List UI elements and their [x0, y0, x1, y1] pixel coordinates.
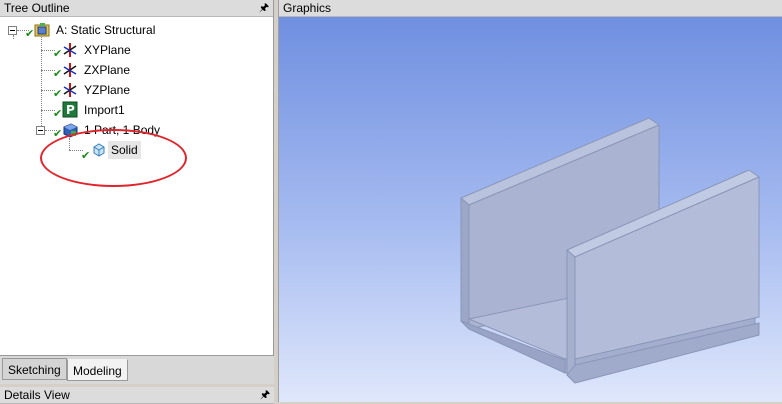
graphics-header: Graphics	[279, 0, 782, 17]
tree-node-xyplane[interactable]: ✔ XYPlane	[0, 41, 260, 60]
tree-view: ✔ A: Static Structural ✔ XYPlane ✔ ZXPla…	[0, 17, 273, 355]
back-wall-side	[460, 197, 470, 330]
plane-axes-icon	[63, 43, 77, 57]
tree-node-static-structural[interactable]: ✔ A: Static Structural	[0, 21, 260, 40]
collapse-icon[interactable]	[36, 126, 45, 135]
tree-node-solid[interactable]: ✔ Solid	[0, 141, 260, 162]
tree-tabs: Sketching Modeling	[0, 355, 274, 384]
front-wall-side	[566, 249, 576, 384]
tree-node-label: Solid	[108, 141, 141, 159]
tree-node-parts-bodies[interactable]: ✔ 1 Part, 1 Body	[0, 121, 260, 140]
collapse-icon[interactable]	[8, 26, 17, 35]
tree-outline-panel: Tree Outline 🖈 ✔ A: Static Structural ✔	[0, 0, 274, 384]
tree-outline-header: Tree Outline 🖈	[0, 0, 273, 17]
tree-node-label: XYPlane	[84, 43, 131, 57]
tree-node-yzplane[interactable]: ✔ YZPlane	[0, 81, 260, 100]
graphics-viewport[interactable]	[279, 17, 782, 402]
tree-node-zxplane[interactable]: ✔ ZXPlane	[0, 61, 260, 80]
tree-node-label: ZXPlane	[84, 63, 131, 77]
plane-axes-icon	[63, 83, 77, 97]
details-view-header: Details View 🖈	[0, 387, 274, 404]
tree-node-import1[interactable]: ✔ P Import1	[0, 101, 260, 120]
solid-body-icon	[93, 143, 105, 157]
check-icon: ✔	[81, 149, 91, 162]
tree-node-label: Import1	[84, 103, 125, 117]
tab-modeling[interactable]: Modeling	[67, 359, 128, 381]
tree-node-label: 1 Part, 1 Body	[84, 123, 161, 137]
u-channel-model[interactable]	[279, 17, 782, 402]
graphics-title: Graphics	[283, 1, 332, 15]
details-view-title: Details View	[4, 388, 70, 402]
pin-icon[interactable]: 🖈	[260, 388, 270, 402]
pin-icon[interactable]: 🖈	[259, 1, 269, 15]
plane-axes-icon	[63, 63, 77, 77]
graphics-panel: Graphics	[278, 0, 782, 402]
tab-sketching[interactable]: Sketching	[2, 358, 67, 380]
tree-outline-title: Tree Outline	[4, 1, 70, 15]
tree-node-label: A: Static Structural	[56, 23, 156, 37]
tree-node-label: YZPlane	[84, 83, 131, 97]
parts-bodies-icon	[63, 123, 78, 138]
import-icon: P	[62, 101, 78, 118]
static-structural-icon	[34, 23, 50, 37]
svg-text:P: P	[66, 103, 75, 117]
